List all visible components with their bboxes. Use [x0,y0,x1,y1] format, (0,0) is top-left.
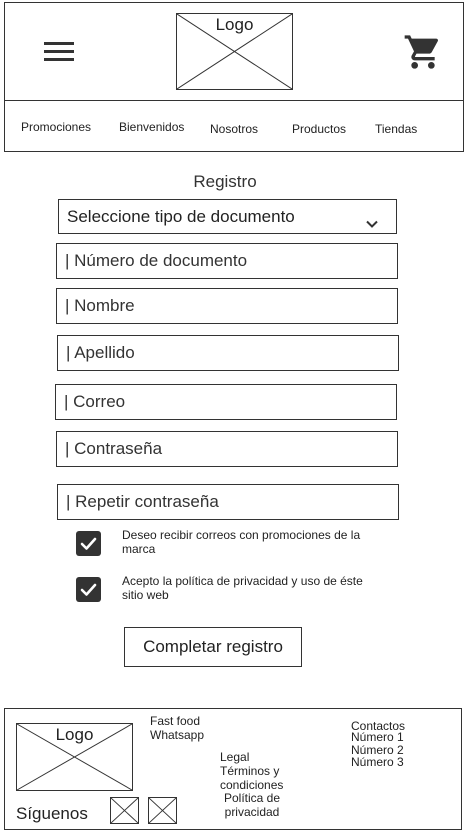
footer-logo-label: Logo [55,725,94,744]
footer-link-fast-food[interactable]: Fast food [150,714,200,729]
footer-link-terms[interactable]: Términos y condiciones [220,764,290,792]
last-name-field[interactable]: | Apellido [57,335,399,371]
shopping-cart-icon[interactable] [402,32,444,72]
repeat-password-field[interactable]: | Repetir contraseña [57,484,399,520]
social-icon-placeholder[interactable] [148,797,177,824]
promo-emails-label: Deseo recibir correos con promociones de… [122,528,361,556]
privacy-policy-label: Acepto la política de privacidad y uso d… [122,574,363,602]
complete-registration-button[interactable]: Completar registro [124,627,302,667]
chevron-down-icon [366,213,378,228]
email-field[interactable]: | Correo [55,384,397,420]
promo-emails-checkbox[interactable] [76,531,101,556]
nav-item-tiendas[interactable]: Tiendas [375,122,417,136]
form-title: Registro [193,172,257,191]
privacy-policy-checkbox[interactable] [76,577,101,602]
document-type-select[interactable]: Seleccione tipo de documento [58,199,397,234]
footer-link-whatsapp[interactable]: Whatsapp [150,728,204,743]
document-number-field[interactable]: | Número de documento [56,243,398,279]
footer-link-legal[interactable]: Legal [220,750,249,765]
document-type-value: Seleccione tipo de documento [67,206,295,226]
nav-item-productos[interactable]: Productos [292,122,346,136]
header-logo-label: Logo [215,15,254,34]
social-icon-placeholder[interactable] [110,797,139,824]
nav-item-promociones[interactable]: Promociones [21,120,91,134]
header-logo[interactable]: Logo [176,13,293,90]
contact-number-3[interactable]: Número 3 [351,755,404,770]
first-name-field[interactable]: | Nombre [56,288,398,324]
nav-item-nosotros[interactable]: Nosotros [210,122,258,136]
footer-link-privacy[interactable]: Política de privacidad [216,791,288,819]
nav-item-bienvenidos[interactable]: Bienvenidos [119,120,184,134]
password-field[interactable]: | Contraseña [56,431,398,467]
hamburger-menu-icon[interactable] [44,42,74,62]
footer-logo[interactable]: Logo [16,723,133,791]
follow-us-label: Síguenos [16,804,88,823]
